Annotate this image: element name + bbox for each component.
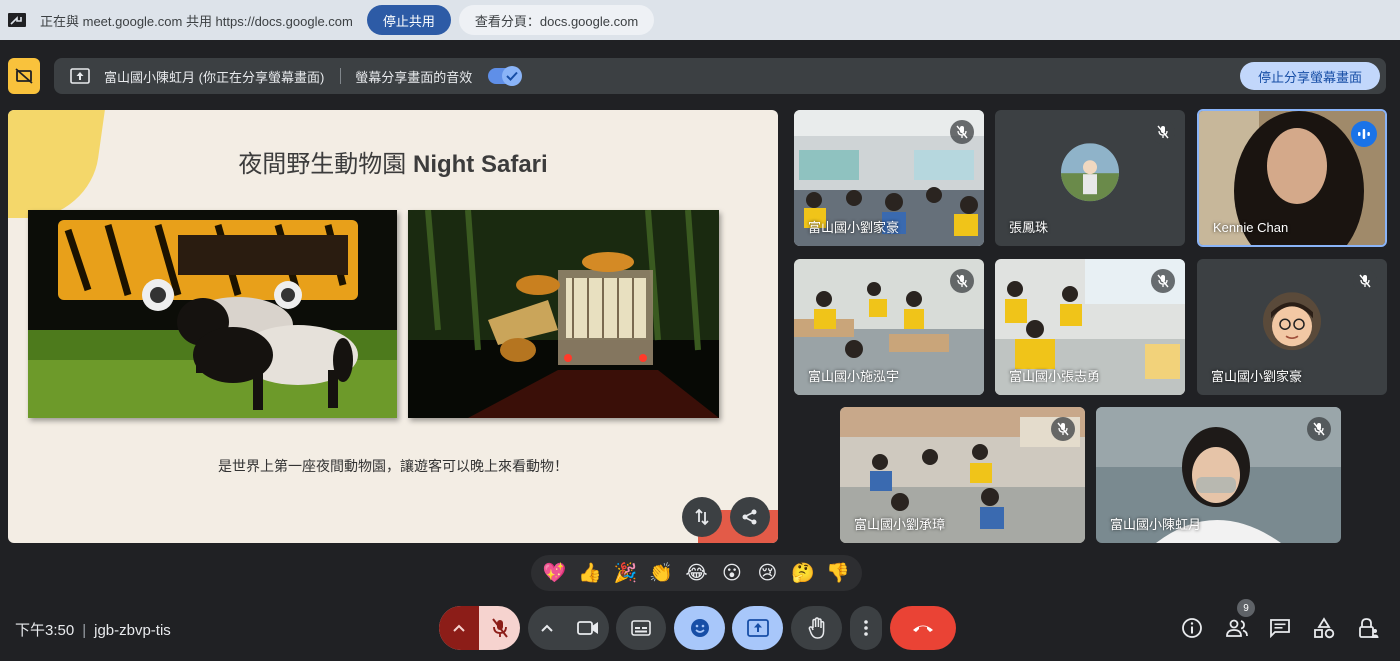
mic-options-button[interactable] [439,606,479,650]
reaction-sad[interactable]: 😢 [752,562,782,585]
hand-icon [808,617,824,639]
participant-name: 富山國小陳虹月 [1110,517,1202,532]
speaking-indicator-icon [1351,121,1377,147]
mic-off-icon [1051,417,1075,441]
swap-view-button[interactable] [682,497,722,537]
video-camera-icon [576,621,598,635]
participant-name: 富山國小施泓宇 [808,369,900,384]
avatar [1061,143,1119,202]
shared-slide: 夜間野生動物園 Night Safari 是世界上第一座夜間動物園，讓遊客可以晚… [8,110,778,543]
chat-icon [1270,619,1290,638]
host-controls-button[interactable] [1355,614,1383,642]
mic-off-icon [950,120,974,144]
camera-control-group [528,606,609,650]
info-icon [1182,618,1202,638]
divider: | [82,622,87,639]
present-now-button[interactable] [732,606,783,650]
meeting-details-button[interactable] [1178,614,1206,642]
participant-tile[interactable]: 富山國小張志勇 [995,259,1185,395]
screen-audio-label: 螢幕分享畫面的音效 [355,69,473,85]
emoji-icon [690,619,709,637]
reaction-heart[interactable]: 💖 [540,561,570,585]
current-time: 下午3:50 [15,622,75,639]
call-end-icon [913,625,933,632]
slide-title-english: Night Safari [412,151,548,178]
participant-name: 富山國小劉家豪 [808,220,900,235]
camera-options-button[interactable] [528,606,566,650]
participant-name: Kennie Chan [1213,220,1289,235]
participant-tile[interactable]: 張鳳珠 [995,110,1185,246]
presenting-strip: 富山國小陳虹月 (你正在分享螢幕畫面) 螢幕分享畫面的音效 停止分享螢幕畫面 [54,58,1386,94]
slide-title-chinese: 夜間野生動物園 [238,151,413,178]
people-button[interactable] [1223,614,1251,642]
check-icon [502,66,523,86]
more-options-button[interactable] [850,606,882,650]
share-button[interactable] [730,497,770,537]
memoji-avatar [1263,292,1321,351]
participant-tile[interactable]: 富山國小施泓宇 [794,259,984,395]
swap-vertical-icon [695,508,709,526]
mic-off-icon [491,618,508,638]
chat-button[interactable] [1266,614,1294,642]
mic-off-icon [1151,269,1175,293]
reactions-bar: 💖 👍 🎉 👏 😂 😮 😢 🤔 👎 [531,555,862,591]
share-icon [742,509,757,525]
view-tab-button[interactable]: 查看分頁：docs.google.com [458,5,655,35]
share-status-text: 正在與 meet.google.com 共用 https://docs.goog… [40,13,353,29]
slide-title: 夜間野生動物園 Night Safari [8,144,778,179]
more-vert-icon [864,620,868,636]
leave-call-button[interactable] [890,606,956,650]
people-icon [1226,619,1248,637]
mic-off-icon [1307,417,1331,441]
participant-tile[interactable]: 富山國小劉家豪 [1197,259,1387,395]
presenter-label: 富山國小陳虹月 (你正在分享螢幕畫面) [104,69,325,85]
reaction-thumbs-down[interactable]: 👎 [823,561,853,585]
closed-captions-icon [631,620,651,636]
participant-tile[interactable]: 富山國小劉家豪 [794,110,984,246]
mic-control-group [439,606,520,650]
reaction-thumbs-up[interactable]: 👍 [575,561,605,585]
slide-caption: 是世界上第一座夜間動物園，讓遊客可以晚上來看動物！ [218,458,568,474]
reaction-surprised[interactable]: 😮 [717,562,747,585]
participant-name: 富山國小劉承璋 [854,517,946,532]
stop-sharing-button[interactable]: 停止共用 [366,5,451,35]
participant-tile-active[interactable]: Kennie Chan [1197,109,1387,247]
present-to-all-icon [70,68,90,84]
participant-name: 富山國小劉家豪 [1211,369,1303,384]
reaction-party[interactable]: 🎉 [611,561,641,585]
tram-tiger-photo [408,210,719,418]
stop-presenting-button[interactable]: 停止分享螢幕畫面 [1239,62,1380,90]
screen-audio-toggle[interactable] [488,66,523,86]
present-to-all-icon [746,619,769,637]
divider [340,68,342,84]
reactions-button[interactable] [674,606,725,650]
reaction-laugh[interactable]: 😂 [681,562,711,585]
reaction-clap[interactable]: 👏 [646,561,676,585]
participant-tile[interactable]: 富山國小劉承璋 [840,407,1085,543]
camera-toggle-button[interactable] [566,606,609,650]
participant-tile[interactable]: 富山國小陳虹月 [1096,407,1341,543]
shapes-icon [1314,617,1335,639]
mic-off-icon [1353,269,1377,293]
participant-name: 張鳳珠 [1009,220,1049,235]
chevron-up-icon [453,624,465,632]
captions-button[interactable] [616,606,666,650]
chevron-up-icon [541,624,553,632]
raise-hand-button[interactable] [791,606,842,650]
mic-off-icon [1151,120,1175,144]
reaction-thinking[interactable]: 🤔 [788,561,818,585]
screen-share-icon [8,13,26,27]
lock-person-icon [1359,618,1379,638]
tram-tapir-photo [28,210,397,418]
meeting-info: 下午3:50 | jgb-zbvp-tis [15,619,171,640]
mic-off-icon [950,269,974,293]
chrome-share-bar: 正在與 meet.google.com 共用 https://docs.goog… [0,0,1400,40]
mic-toggle-button[interactable] [479,606,520,650]
activities-button[interactable] [1310,614,1338,642]
presentation-bar: 富山國小陳虹月 (你正在分享螢幕畫面) 螢幕分享畫面的音效 停止分享螢幕畫面 [8,58,1386,94]
participant-name: 富山國小張志勇 [1009,369,1101,384]
meeting-code: jgb-zbvp-tis [94,622,171,639]
no-present-icon[interactable] [8,58,40,94]
